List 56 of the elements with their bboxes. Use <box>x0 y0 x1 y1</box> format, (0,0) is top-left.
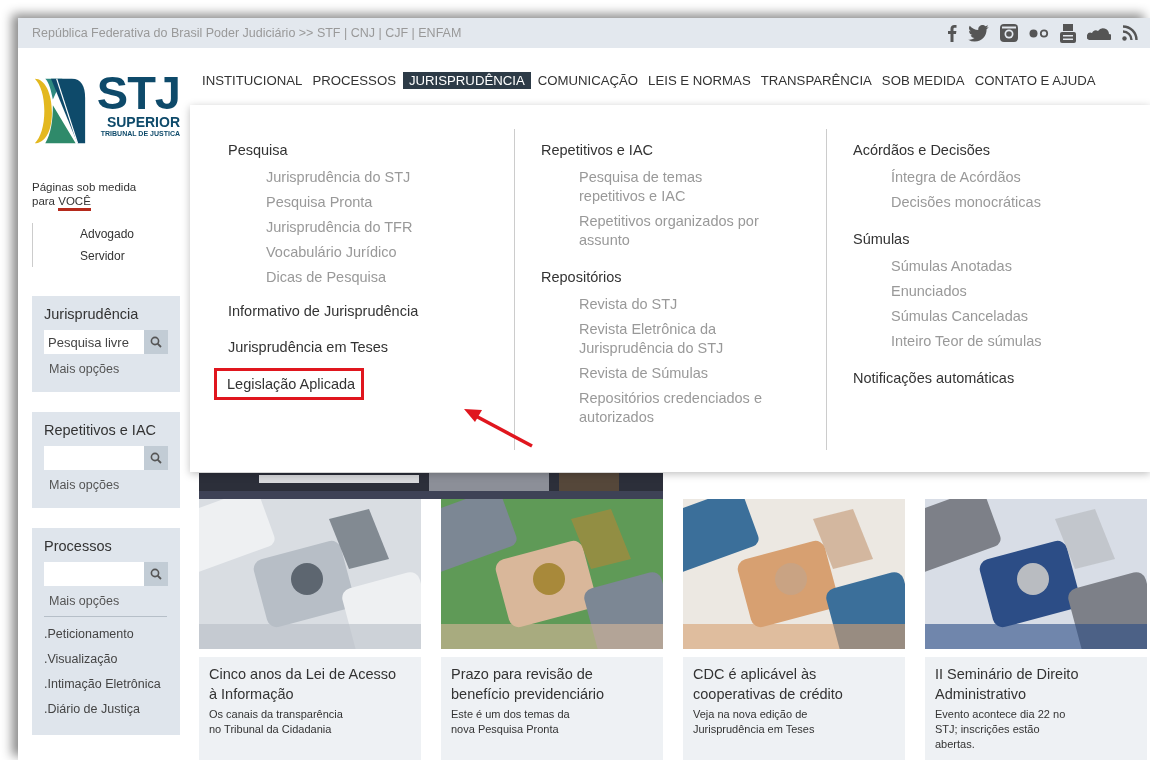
news-title[interactable]: II Seminário de Direito Administrativo <box>935 664 1125 704</box>
logo-name: SUPERIOR <box>106 115 180 130</box>
search-button[interactable] <box>144 446 168 470</box>
menu-heading[interactable]: Repositórios <box>538 262 625 292</box>
news-summary: Os canais da transparência no Tribunal da Cidadania <box>209 707 344 737</box>
menu-heading[interactable]: Repetitivos e IAC <box>538 135 657 165</box>
news-summary: Veja na nova edição de Jurisprudência em Teses <box>693 707 816 737</box>
menu-heading[interactable]: Súmulas <box>850 224 913 254</box>
nav-tab[interactable]: INSTITUCIONAL <box>199 71 306 89</box>
menu-heading[interactable]: Jurisprudência em Teses <box>225 332 392 362</box>
nav-tab[interactable]: LEIS E NORMAS <box>645 71 754 89</box>
nav-tab[interactable]: SOB MEDIDA <box>878 71 968 89</box>
menu-heading[interactable]: Informativo de Jurisprudência <box>225 296 422 326</box>
menu-heading[interactable]: Notificações automáticas <box>850 363 1018 393</box>
bird-icon[interactable] <box>968 24 989 42</box>
audience-link[interactable]: Servidor <box>80 249 180 263</box>
two-dots-icon[interactable] <box>1029 28 1049 38</box>
nav-tab[interactable]: JURISPRUDÊNCIA <box>402 71 531 89</box>
news-title[interactable]: Prazo para revisão de benefício previdenciário <box>451 664 641 704</box>
nav-tab[interactable]: COMUNICAÇÃO <box>534 71 642 89</box>
nav-tab[interactable]: PROCESSOS <box>309 71 399 89</box>
search-button[interactable] <box>144 330 168 354</box>
search-field[interactable] <box>44 446 144 470</box>
panel-title: Jurisprudência <box>44 306 139 322</box>
rss-icon[interactable] <box>1122 25 1138 41</box>
news-summary: Este é um dos temas da nova Pesquisa Pronta <box>451 707 571 737</box>
sidebar-link[interactable]: .Peticionamento <box>44 627 134 641</box>
letter-f-icon[interactable] <box>947 24 957 42</box>
news-summary: Evento acontece dia 22 no STJ; inscrições estão abertas. <box>935 707 1067 752</box>
search-field[interactable] <box>44 562 144 586</box>
nav-tab[interactable]: CONTATO E AJUDA <box>971 71 1099 89</box>
news-title[interactable]: Cinco anos da Lei de Acesso à Informação <box>209 664 399 704</box>
annotation-arrow <box>462 406 534 448</box>
menu-heading[interactable]: Acórdãos e Decisões <box>850 135 993 165</box>
search-icon <box>150 336 162 348</box>
sidebar-link[interactable]: .Intimação Eletrônica <box>44 677 161 691</box>
cloud-icon[interactable] <box>1087 26 1111 40</box>
sidebar-link[interactable]: .Visualização <box>44 652 118 666</box>
intro-text: Páginas sob medida para VOCÊ <box>32 180 150 211</box>
search-icon <box>150 452 162 464</box>
search-field[interactable]: Pesquisa livre <box>44 330 144 354</box>
search-button[interactable] <box>144 562 168 586</box>
more-options-link[interactable]: Mais opções <box>44 594 167 617</box>
nav-tab[interactable]: TRANSPARÊNCIA <box>757 71 875 89</box>
audience-link[interactable]: Advogado <box>80 227 180 241</box>
panel-title: Repetitivos e IAC <box>44 422 157 438</box>
news-title[interactable]: CDC é aplicável às cooperativas de crédito <box>693 664 883 704</box>
sidebar-link[interactable]: .Diário de Justiça <box>44 702 140 716</box>
more-options-link[interactable]: Mais opções <box>49 478 120 492</box>
camera-icon[interactable] <box>1000 24 1018 42</box>
more-options-link[interactable]: Mais opções <box>49 362 120 376</box>
logo-wordmark: STJ <box>96 71 180 115</box>
menu-heading[interactable]: Legislação Aplicada <box>214 368 365 400</box>
panel-title: Processos <box>44 538 112 554</box>
search-icon <box>150 568 162 580</box>
menu-heading[interactable]: Pesquisa <box>225 135 291 165</box>
